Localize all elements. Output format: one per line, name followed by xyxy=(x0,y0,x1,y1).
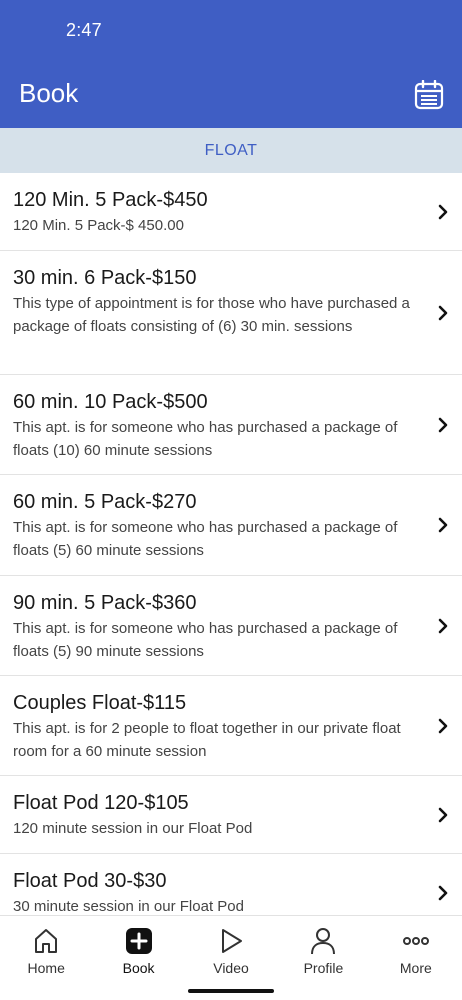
list-item[interactable]: Float Pod 120-$105 120 minute session in… xyxy=(0,776,462,854)
item-title: 60 min. 5 Pack-$270 xyxy=(13,491,197,513)
list-item[interactable]: Couples Float-$115 This apt. is for 2 pe… xyxy=(0,676,462,776)
item-title: Couples Float-$115 xyxy=(13,692,187,714)
tab-home[interactable]: Home xyxy=(0,916,92,1000)
home-icon xyxy=(31,926,61,956)
app-header: 2:47 Book xyxy=(0,0,462,128)
section-header-float: FLOAT xyxy=(0,128,462,173)
tab-more[interactable]: More xyxy=(370,916,462,1000)
tab-label: Book xyxy=(122,960,155,976)
more-icon xyxy=(401,926,431,956)
chevron-right-icon xyxy=(437,204,449,220)
list-item[interactable]: 60 min. 10 Pack-$500 This apt. is for so… xyxy=(0,375,462,475)
item-description: This type of appointment is for those wh… xyxy=(13,295,410,335)
tab-video[interactable]: Video xyxy=(185,916,277,1000)
chevron-right-icon xyxy=(437,305,449,321)
home-indicator xyxy=(188,989,274,993)
chevron-right-icon xyxy=(437,885,449,901)
chevron-right-icon xyxy=(437,807,449,823)
chevron-right-icon xyxy=(437,417,449,433)
item-title: 60 min. 10 Pack-$500 xyxy=(13,391,208,413)
plus-square-icon xyxy=(124,926,154,956)
item-title: 90 min. 5 Pack-$360 xyxy=(13,592,197,614)
list-item[interactable]: 30 min. 6 Pack-$150 This type of appoint… xyxy=(0,251,462,375)
chevron-right-icon xyxy=(437,517,449,533)
item-title: 120 Min. 5 Pack-$450 xyxy=(13,189,208,211)
tab-label: Video xyxy=(213,960,249,976)
list-item[interactable]: 60 min. 5 Pack-$270 This apt. is for som… xyxy=(0,475,462,576)
item-title: Float Pod 120-$105 xyxy=(13,792,189,814)
tab-book[interactable]: Book xyxy=(92,916,184,1000)
list-item[interactable]: 120 Min. 5 Pack-$450 120 Min. 5 Pack-$ 4… xyxy=(0,173,462,251)
item-description: This apt. is for someone who has purchas… xyxy=(13,419,398,459)
appointment-list: 120 Min. 5 Pack-$450 120 Min. 5 Pack-$ 4… xyxy=(0,173,462,915)
tab-label: Profile xyxy=(303,960,344,976)
user-icon xyxy=(308,926,338,956)
tab-label: Home xyxy=(27,960,65,976)
calendar-button[interactable] xyxy=(412,78,446,112)
item-title: 30 min. 6 Pack-$150 xyxy=(13,267,197,289)
play-icon xyxy=(216,926,246,956)
item-description: 120 Min. 5 Pack-$ 450.00 xyxy=(13,217,184,234)
bottom-tab-bar: Home Book Video Profile More xyxy=(0,915,462,1000)
item-description: This apt. is for 2 people to float toget… xyxy=(13,720,401,760)
tab-profile[interactable]: Profile xyxy=(277,916,369,1000)
list-item[interactable]: 90 min. 5 Pack-$360 This apt. is for som… xyxy=(0,576,462,676)
chevron-right-icon xyxy=(437,718,449,734)
list-item[interactable]: Float Pod 30-$30 30 minute session in ou… xyxy=(0,854,462,915)
tab-label: More xyxy=(399,960,432,976)
status-time: 2:47 xyxy=(66,20,102,40)
section-label: FLOAT xyxy=(204,141,258,159)
item-description: 120 minute session in our Float Pod xyxy=(13,820,253,837)
item-description: This apt. is for someone who has purchas… xyxy=(13,519,398,559)
page-title: Book xyxy=(19,78,79,108)
calendar-icon xyxy=(414,80,444,110)
item-title: Float Pod 30-$30 xyxy=(13,870,167,892)
item-description: 30 minute session in our Float Pod xyxy=(13,898,244,915)
item-description: This apt. is for someone who has purchas… xyxy=(13,620,398,660)
chevron-right-icon xyxy=(437,618,449,634)
